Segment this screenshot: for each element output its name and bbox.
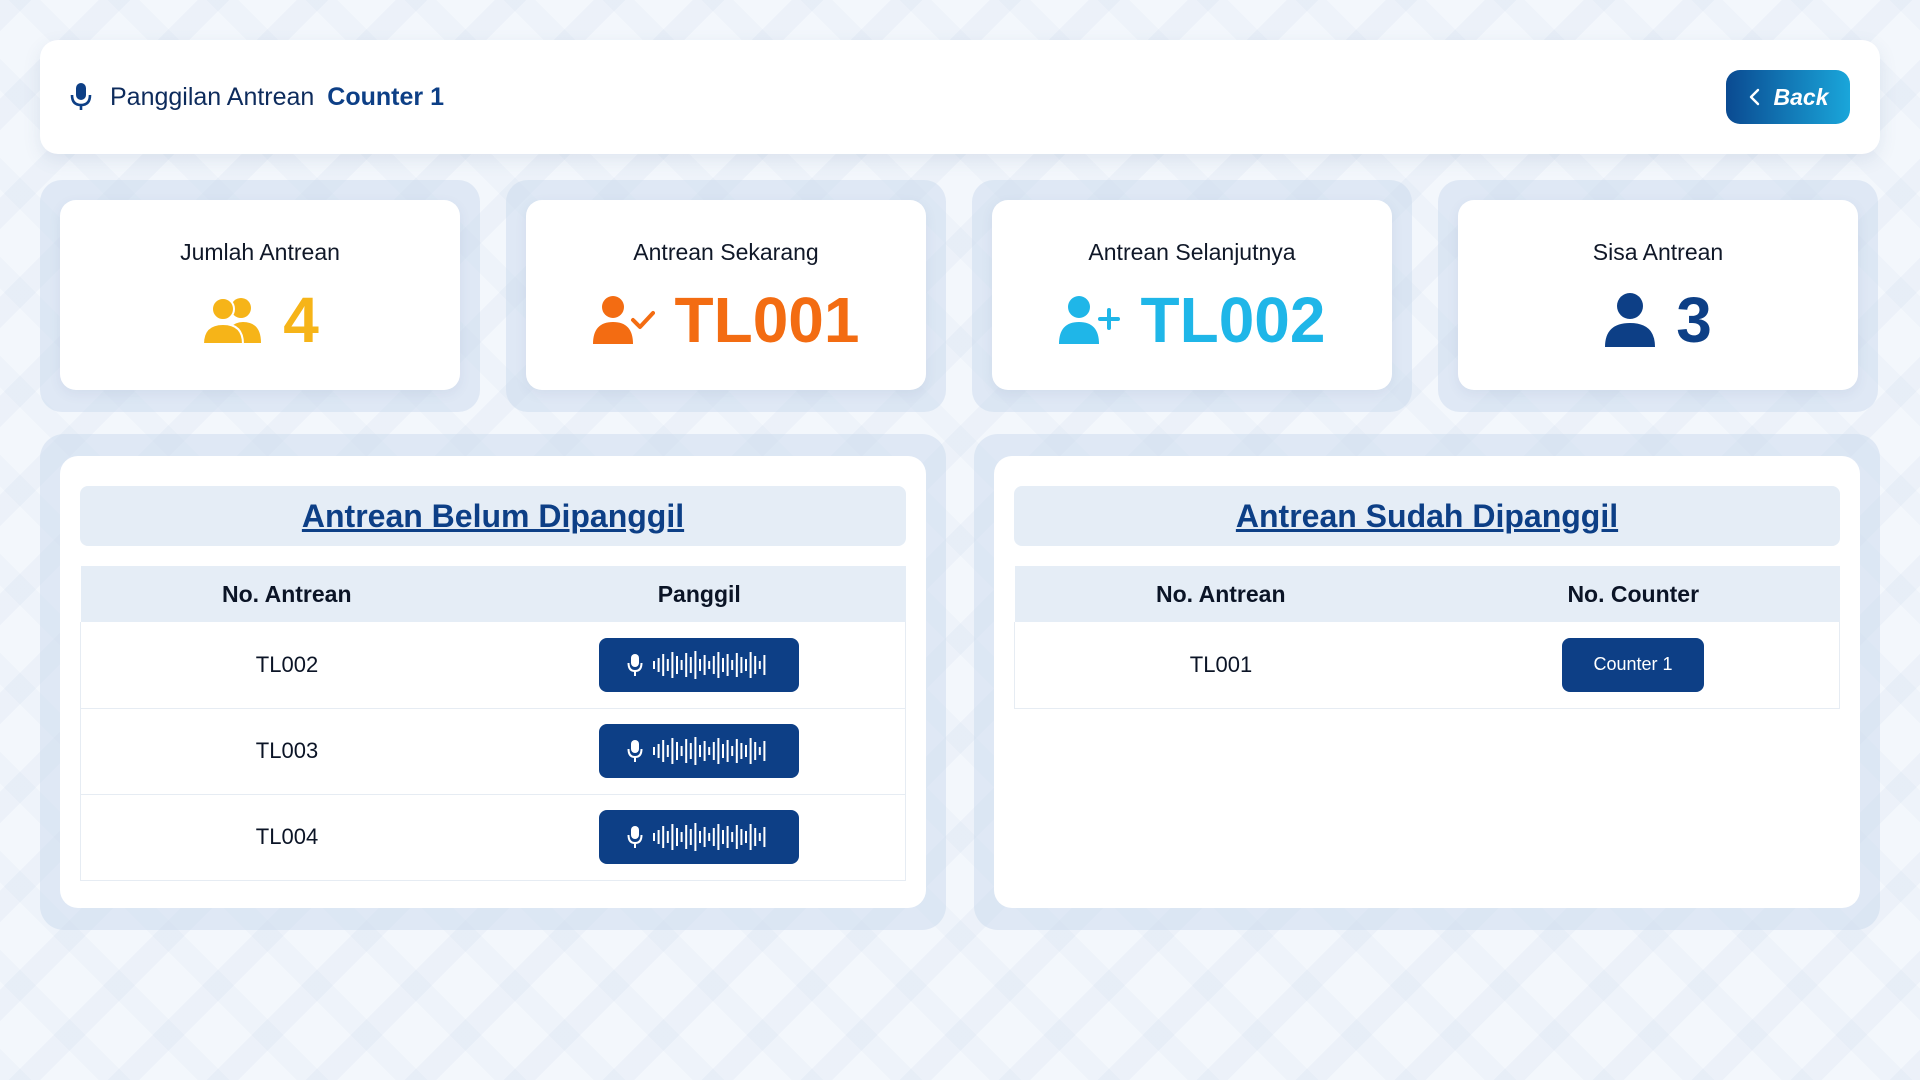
chevron-left-icon (1749, 88, 1759, 106)
user-check-icon (592, 295, 655, 344)
queue-number: TL004 (255, 824, 319, 849)
counter-button[interactable]: Counter 1 (1562, 637, 1704, 692)
page-title: Panggilan Antrean Counter 1 (110, 83, 444, 112)
called-panel-title[interactable]: Antrean Sudah Dipanggil (1014, 486, 1840, 546)
table-header-row: No. Antrean No. Counter (1014, 566, 1840, 622)
pending-panel-title[interactable]: Antrean Belum Dipanggil (80, 486, 906, 546)
pending-table: No. Antrean Panggil TL002 TL003 TL004 (80, 566, 906, 881)
stat-value: 3 (1676, 283, 1712, 356)
stat-label: Jumlah Antrean (180, 238, 340, 265)
header-bar: Panggilan Antrean Counter 1 Back (40, 40, 1880, 154)
called-table: No. Antrean No. Counter TL001 Counter 1 (1014, 566, 1840, 709)
stat-value: TL002 (1140, 283, 1326, 356)
pending-panel-wrapper: Antrean Belum Dipanggil No. Antrean Pang… (40, 434, 946, 930)
called-panel-wrapper: Antrean Sudah Dipanggil No. Antrean No. … (974, 434, 1880, 930)
users-icon (202, 296, 262, 345)
queue-number: TL003 (255, 738, 319, 763)
back-button[interactable]: Back (1726, 70, 1850, 124)
stat-card-wrapper-current: Antrean Sekarang TL001 (506, 180, 946, 412)
table-row: TL002 (80, 622, 906, 708)
stat-label: Antrean Selanjutnya (1088, 238, 1296, 265)
stat-card-wrapper-remaining: Sisa Antrean 3 (1438, 180, 1878, 412)
stat-value: TL001 (674, 283, 860, 356)
pending-panel: Antrean Belum Dipanggil No. Antrean Pang… (60, 456, 926, 908)
voice-wave-icon (627, 823, 766, 851)
called-panel: Antrean Sudah Dipanggil No. Antrean No. … (994, 456, 1860, 908)
stat-label: Sisa Antrean (1592, 238, 1724, 265)
voice-wave-icon (627, 737, 766, 765)
column-header-counter: No. Counter (1567, 580, 1700, 607)
page-title-prefix: Panggilan Antrean (110, 82, 315, 111)
stat-card-next: Antrean Selanjutnya TL002 (992, 200, 1392, 390)
column-header-call: Panggil (657, 580, 741, 607)
column-header-number: No. Antrean (1156, 580, 1286, 607)
stat-value: 4 (283, 283, 319, 356)
page-title-counter: Counter 1 (327, 82, 444, 111)
table-row: TL003 (80, 708, 906, 794)
stat-card-remaining: Sisa Antrean 3 (1458, 200, 1858, 390)
queue-number: TL002 (255, 651, 319, 677)
call-button[interactable] (599, 810, 799, 864)
user-plus-icon (1058, 295, 1120, 344)
stat-card-current: Antrean Sekarang TL001 (526, 200, 926, 390)
stat-label: Antrean Sekarang (633, 238, 819, 265)
queue-number: TL001 (1189, 651, 1253, 677)
user-icon (1605, 292, 1656, 347)
back-button-label: Back (1773, 83, 1829, 110)
stat-card-wrapper-next: Antrean Selanjutnya TL002 (972, 180, 1412, 412)
voice-wave-icon (627, 650, 766, 679)
table-header-row: No. Antrean Panggil (80, 566, 906, 622)
stat-card-total: Jumlah Antrean 4 (60, 200, 460, 390)
call-button[interactable] (599, 637, 799, 692)
table-row: TL001 Counter 1 (1014, 622, 1840, 708)
table-row: TL004 (80, 794, 906, 880)
stat-card-wrapper-total: Jumlah Antrean 4 (40, 180, 480, 412)
call-button[interactable] (599, 724, 799, 778)
column-header-number: No. Antrean (222, 580, 352, 607)
microphone-icon (70, 83, 92, 110)
